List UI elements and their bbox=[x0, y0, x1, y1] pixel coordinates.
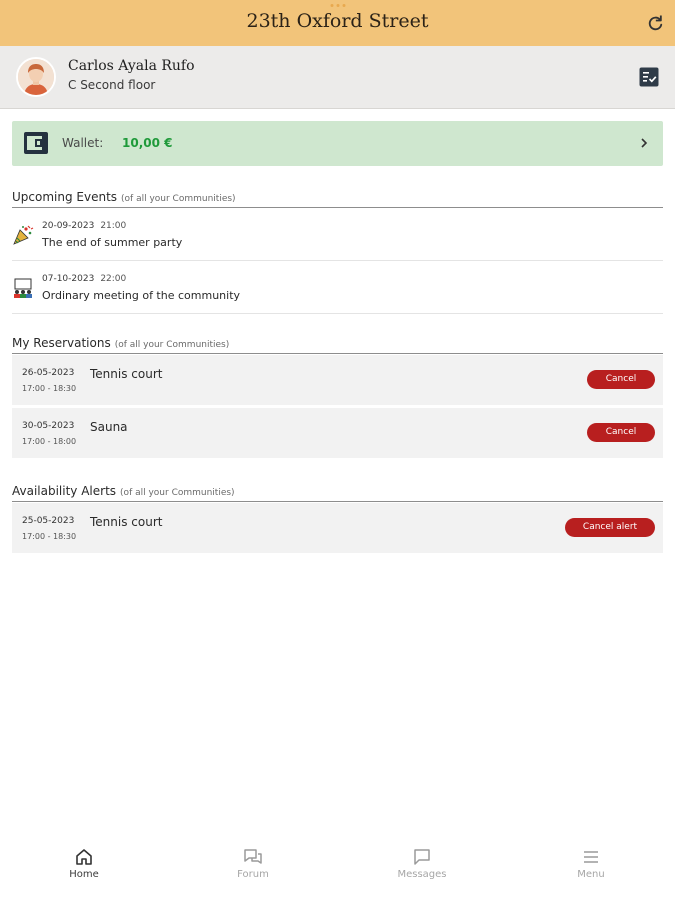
tab-forum[interactable]: Forum bbox=[213, 848, 293, 880]
page-title: 23th Oxford Street bbox=[246, 10, 429, 32]
event-item[interactable]: 20-09-2023 21:00 The end of summer party bbox=[12, 208, 663, 261]
bottom-tab-bar: Home Forum Messages Menu bbox=[0, 844, 675, 900]
tab-home[interactable]: Home bbox=[44, 848, 124, 880]
tab-label: Forum bbox=[237, 869, 269, 880]
home-icon bbox=[76, 849, 92, 865]
user-name: Carlos Ayala Rufo bbox=[68, 58, 195, 74]
app-header: 23th Oxford Street bbox=[0, 0, 675, 46]
reservation-name: Tennis court bbox=[90, 367, 163, 381]
alert-name: Tennis court bbox=[90, 515, 163, 529]
tab-messages[interactable]: Messages bbox=[382, 848, 462, 880]
alert-item: 25-05-2023 17:00 - 18:30 Tennis court Ca… bbox=[12, 503, 663, 553]
section-subtitle: (of all your Communities) bbox=[121, 194, 236, 204]
event-item[interactable]: 07-10-2023 22:00 Ordinary meeting of the … bbox=[12, 261, 663, 314]
cancel-reservation-button[interactable]: Cancel bbox=[587, 423, 655, 442]
tab-menu[interactable]: Menu bbox=[551, 848, 631, 880]
tab-label: Home bbox=[69, 869, 99, 880]
cancel-alert-button[interactable]: Cancel alert bbox=[565, 518, 655, 537]
reservation-item: 30-05-2023 17:00 - 18:00 Sauna Cancel bbox=[12, 408, 663, 458]
events-section-header: Upcoming Events (of all your Communities) bbox=[12, 186, 663, 208]
reservation-time: 17:00 - 18:00 bbox=[22, 437, 77, 446]
party-icon bbox=[13, 225, 34, 245]
meeting-icon bbox=[14, 278, 32, 298]
event-title: The end of summer party bbox=[42, 236, 183, 249]
wallet-row[interactable]: Wallet: 10,00 € bbox=[12, 121, 663, 166]
messages-icon bbox=[414, 849, 430, 865]
wallet-icon bbox=[24, 132, 48, 154]
chevron-right-icon bbox=[641, 138, 648, 148]
reservation-date: 26-05-2023 bbox=[22, 368, 75, 378]
alert-date: 25-05-2023 bbox=[22, 516, 75, 526]
drag-handle bbox=[330, 4, 345, 7]
menu-icon bbox=[584, 851, 598, 863]
section-title: Availability Alerts bbox=[12, 484, 117, 498]
event-date: 20-09-2023 bbox=[42, 221, 95, 231]
alerts-section-header: Availability Alerts (of all your Communit… bbox=[12, 480, 663, 502]
alert-time: 17:00 - 18:30 bbox=[22, 532, 77, 541]
section-title: My Reservations bbox=[12, 336, 111, 350]
tab-label: Messages bbox=[397, 869, 447, 880]
tab-label: Menu bbox=[577, 869, 605, 880]
reservation-date: 30-05-2023 bbox=[22, 421, 75, 431]
reservations-section-header: My Reservations (of all your Communities) bbox=[12, 332, 663, 354]
reservation-name: Sauna bbox=[90, 420, 128, 434]
refresh-icon[interactable] bbox=[645, 13, 665, 33]
cancel-reservation-button[interactable]: Cancel bbox=[587, 370, 655, 389]
checklist-icon[interactable] bbox=[639, 67, 659, 87]
wallet-balance: 10,00 € bbox=[122, 136, 173, 150]
wallet-label: Wallet: bbox=[62, 136, 104, 150]
event-date: 07-10-2023 bbox=[42, 274, 95, 284]
section-subtitle: (of all your Communities) bbox=[114, 340, 230, 350]
section-subtitle: (of all your Communities) bbox=[120, 488, 235, 498]
event-time: 21:00 bbox=[100, 221, 127, 231]
event-time: 22:00 bbox=[100, 274, 127, 284]
reservation-time: 17:00 - 18:30 bbox=[22, 384, 77, 393]
avatar bbox=[16, 57, 56, 97]
forum-icon bbox=[244, 849, 262, 864]
profile-card[interactable]: Carlos Ayala Rufo C Second floor bbox=[0, 46, 675, 109]
user-unit: C Second floor bbox=[68, 78, 156, 92]
event-title: Ordinary meeting of the community bbox=[42, 289, 241, 302]
section-title: Upcoming Events bbox=[12, 190, 118, 204]
reservation-item: 26-05-2023 17:00 - 18:30 Tennis court Ca… bbox=[12, 355, 663, 405]
